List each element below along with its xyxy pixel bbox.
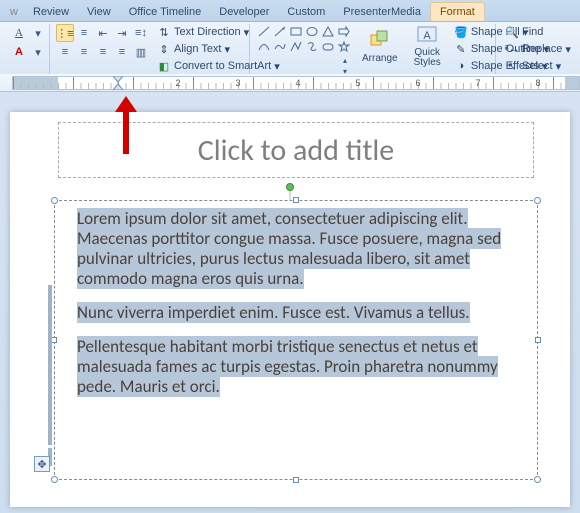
find-button[interactable]: 🔍 Find: [502, 24, 574, 40]
align-left-button[interactable]: ≡: [56, 43, 74, 61]
handle-n[interactable]: [293, 197, 299, 203]
effects-icon: ◑: [454, 59, 468, 73]
group-drawing: ▴ ▾ Arrange A Quick Styles: [250, 24, 496, 74]
quick-styles-icon: A: [415, 24, 439, 46]
ribbon-container: w Review View Office Timeline Developer …: [0, 0, 580, 93]
tab-review[interactable]: Review: [24, 3, 78, 21]
text-direction-icon: ⇅: [157, 25, 171, 39]
replace-icon: ᵃ↔: [505, 42, 519, 56]
move-icon[interactable]: ✥: [34, 456, 50, 472]
tab-custom[interactable]: Custom: [278, 3, 334, 21]
align-justify-button[interactable]: ≡: [113, 43, 131, 61]
align-right-button[interactable]: ≡: [94, 43, 112, 61]
find-icon: 🔍: [505, 25, 519, 39]
body-text[interactable]: Lorem ipsum dolor sit amet, consectetuer…: [55, 201, 537, 419]
tab-format[interactable]: Format: [430, 2, 485, 21]
line-spacing-button[interactable]: ≡↕: [132, 24, 150, 42]
first-line-indent-marker[interactable]: [113, 76, 123, 82]
smartart-icon: ◧: [157, 59, 171, 73]
arrange-button[interactable]: Arrange: [356, 24, 404, 68]
group-paragraph: ⋮≡ ≡ ⇤ ⇥ ≡↕ ≡ ≡ ≡ ≡ ▥: [50, 24, 250, 74]
tab-developer[interactable]: Developer: [210, 3, 278, 21]
pen-icon: ✎: [454, 42, 468, 56]
group-editing: 🔍 Find ᵃ↔ Replace ▾ ↖ Select ▾ Editing: [496, 24, 568, 74]
bullets-button[interactable]: ⋮≡: [56, 24, 74, 42]
selection-bar-1: [48, 285, 52, 445]
select-button[interactable]: ↖ Select ▾: [502, 58, 574, 74]
handle-s[interactable]: [293, 477, 299, 483]
handle-se[interactable]: [534, 476, 541, 483]
svg-text:A: A: [424, 30, 432, 42]
handle-sw[interactable]: [51, 476, 58, 483]
font-color-button[interactable]: A: [10, 43, 28, 61]
ribbon-body: A ▾ A ▾ ⋮≡ ≡ ⇤ ⇥ ≡↕: [0, 22, 580, 74]
numbering-button[interactable]: ≡: [75, 24, 93, 42]
replace-button[interactable]: ᵃ↔ Replace ▾: [502, 41, 574, 57]
tab-office-timeline[interactable]: Office Timeline: [120, 3, 211, 21]
paragraph-1: Lorem ipsum dolor sit amet, consectetuer…: [77, 208, 501, 289]
arrange-icon: [368, 28, 392, 52]
columns-button[interactable]: ▥: [132, 43, 150, 61]
indent-decrease-button[interactable]: ⇤: [94, 24, 112, 42]
shapes-gallery[interactable]: ▴ ▾: [256, 24, 352, 76]
slide-workspace: Click to add title Lorem ipsum dolor sit…: [0, 92, 580, 513]
paragraph-3: Pellentesque habitant morbi tristique se…: [77, 336, 498, 397]
horizontal-ruler[interactable]: 1 2 3 4 5 6 7 8 9: [0, 74, 580, 92]
tab-presentermedia[interactable]: PresenterMedia: [334, 3, 430, 21]
ribbon-tabs: w Review View Office Timeline Developer …: [0, 0, 580, 22]
font-color-drop[interactable]: ▾: [29, 43, 47, 61]
indent-increase-button[interactable]: ⇥: [113, 24, 131, 42]
font-underline-button[interactable]: A: [10, 24, 28, 42]
title-placeholder-text: Click to add title: [198, 132, 394, 169]
align-center-button[interactable]: ≡: [75, 43, 93, 61]
handle-ne[interactable]: [534, 197, 541, 204]
font-more-button[interactable]: ▾: [29, 24, 47, 42]
annotation-arrow: [115, 96, 137, 154]
align-text-icon: ⇕: [157, 42, 171, 56]
tab-view[interactable]: View: [78, 3, 120, 21]
handle-e[interactable]: [535, 337, 541, 343]
bucket-icon: 🪣: [454, 25, 468, 39]
gallery-up-button[interactable]: ▴: [338, 55, 352, 65]
quick-styles-button[interactable]: A Quick Styles: [408, 24, 447, 68]
group-font-frag: A ▾ A ▾: [4, 24, 50, 74]
select-icon: ↖: [505, 59, 519, 73]
handle-nw[interactable]: [51, 197, 58, 204]
paragraph-2: Nunc viverra imperdiet enim. Fusce est. …: [77, 302, 470, 323]
body-placeholder[interactable]: Lorem ipsum dolor sit amet, consectetuer…: [54, 200, 538, 480]
slide-canvas[interactable]: Click to add title Lorem ipsum dolor sit…: [10, 112, 570, 507]
hanging-indent-marker[interactable]: [113, 84, 123, 90]
rotate-handle[interactable]: [286, 183, 294, 191]
